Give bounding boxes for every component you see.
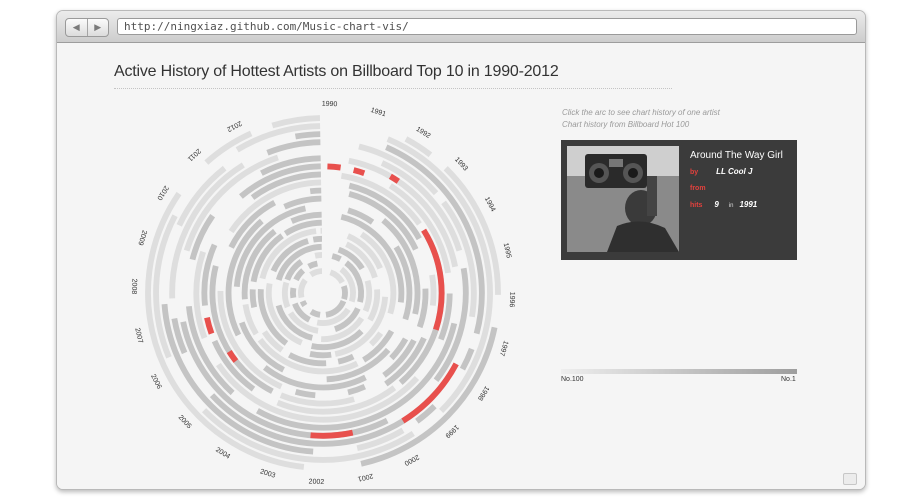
artist-arc[interactable] bbox=[314, 251, 323, 259]
hits-count: 9 bbox=[714, 200, 719, 209]
browser-toolbar: ◀ ▶ http://ningxiaz.github.com/Music-cha… bbox=[57, 11, 865, 43]
artist-arc[interactable] bbox=[294, 388, 316, 399]
artist-arc[interactable] bbox=[341, 285, 348, 300]
year-label-1991: 1991 bbox=[370, 107, 387, 118]
artist-arc[interactable] bbox=[309, 268, 323, 278]
back-button[interactable]: ◀ bbox=[66, 19, 87, 36]
year-label-2011: 2011 bbox=[186, 147, 202, 162]
artist-arc[interactable] bbox=[312, 235, 323, 243]
instruction-line-1: Click the arc to see chart history of on… bbox=[562, 108, 720, 117]
year-label-2003: 2003 bbox=[259, 468, 276, 479]
page-content: Active History of Hottest Artists on Bil… bbox=[57, 43, 865, 489]
artist-arc[interactable] bbox=[429, 274, 437, 306]
artist-arc[interactable] bbox=[329, 269, 345, 284]
artist-arc[interactable] bbox=[283, 195, 322, 210]
year-label-2010: 2010 bbox=[155, 184, 169, 201]
by-label: by bbox=[690, 169, 699, 176]
in-label: in bbox=[728, 203, 734, 209]
selected-artist-arc[interactable] bbox=[388, 173, 400, 184]
year-label-2001: 2001 bbox=[357, 472, 374, 482]
artist-arc[interactable] bbox=[298, 278, 308, 299]
year-label-1993: 1993 bbox=[453, 156, 469, 172]
artist-photo bbox=[567, 146, 679, 252]
artist-arc[interactable] bbox=[279, 392, 355, 407]
song-info-card: Around The Way Girl by LL Cool J from hi… bbox=[561, 140, 797, 260]
forward-button[interactable]: ▶ bbox=[86, 19, 109, 36]
year-label-2002: 2002 bbox=[308, 478, 324, 486]
year-label-2012: 2012 bbox=[226, 119, 243, 133]
artist-arc[interactable] bbox=[309, 187, 322, 195]
artist-name: LL Cool J bbox=[716, 167, 753, 176]
year-label-2005: 2005 bbox=[177, 414, 193, 430]
year-label-2004: 2004 bbox=[214, 446, 231, 460]
scale-right-label: No.1 bbox=[781, 376, 796, 383]
artist-arc[interactable] bbox=[299, 300, 308, 308]
artist-arc[interactable] bbox=[325, 299, 347, 318]
artist-arc[interactable] bbox=[309, 308, 321, 318]
selected-artist-arc[interactable] bbox=[310, 429, 354, 439]
artist-arc[interactable] bbox=[281, 281, 291, 309]
artist-arc[interactable] bbox=[266, 139, 321, 156]
artist-arc[interactable] bbox=[331, 253, 342, 262]
artist-arc[interactable] bbox=[293, 268, 306, 282]
artist-photo-illustration bbox=[567, 146, 679, 252]
nav-buttons: ◀ ▶ bbox=[65, 18, 109, 37]
from-row: from bbox=[690, 185, 706, 192]
rank-scale-bar bbox=[561, 369, 797, 374]
year-label-1992: 1992 bbox=[415, 126, 432, 140]
song-title: Around The Way Girl bbox=[690, 150, 783, 161]
year-label-1994: 1994 bbox=[483, 196, 497, 213]
hit-year: 1991 bbox=[739, 200, 758, 209]
address-bar[interactable]: http://ningxiaz.github.com/Music-chart-v… bbox=[117, 18, 857, 35]
year-label-2006: 2006 bbox=[149, 373, 163, 390]
artist-arc[interactable] bbox=[416, 288, 429, 329]
year-label-2009: 2009 bbox=[136, 229, 147, 246]
selected-artist-arc[interactable] bbox=[204, 317, 215, 335]
year-label-2007: 2007 bbox=[133, 327, 143, 344]
year-label-2000: 2000 bbox=[403, 453, 420, 467]
browser-window: ◀ ▶ http://ningxiaz.github.com/Music-cha… bbox=[56, 10, 866, 490]
year-label-1995: 1995 bbox=[502, 242, 512, 259]
selected-artist-arc[interactable] bbox=[352, 167, 366, 176]
instructions: Click the arc to see chart history of on… bbox=[562, 107, 720, 131]
fullscreen-icon[interactable] bbox=[843, 473, 857, 485]
radial-history-chart[interactable]: 1990 1991 1992 1993 1994 1995 1996 1997 1998 1999… bbox=[57, 43, 865, 489]
artist-arc[interactable] bbox=[346, 233, 383, 270]
year-label-1997: 1997 bbox=[498, 340, 509, 357]
selected-artist-arc[interactable] bbox=[226, 350, 239, 363]
instruction-line-2: Chart history from Billboard Hot 100 bbox=[562, 120, 690, 129]
from-label: from bbox=[690, 185, 706, 192]
artist-arc[interactable] bbox=[347, 383, 367, 396]
artist-arc[interactable] bbox=[337, 353, 355, 365]
artist-arc[interactable] bbox=[362, 279, 373, 313]
selected-artist-arc[interactable] bbox=[327, 163, 342, 171]
year-label-1996: 1996 bbox=[508, 292, 516, 308]
artist-arc[interactable] bbox=[307, 260, 319, 270]
artist-row: by LL Cool J bbox=[690, 167, 752, 176]
year-label-1990: 1990 bbox=[322, 101, 338, 109]
year-label-1999: 1999 bbox=[444, 423, 460, 439]
artist-arc[interactable] bbox=[309, 351, 332, 359]
hits-row: hits 9 in 1991 bbox=[690, 200, 757, 209]
year-label-1998: 1998 bbox=[476, 385, 490, 402]
artist-arc[interactable] bbox=[249, 289, 258, 308]
artist-arc[interactable] bbox=[294, 131, 321, 140]
hits-label: hits bbox=[690, 202, 703, 209]
scale-left-label: No.100 bbox=[561, 376, 584, 383]
back-arrow-icon: ◀ bbox=[72, 22, 80, 32]
year-label-2008: 2008 bbox=[130, 278, 138, 294]
forward-arrow-icon: ▶ bbox=[94, 22, 102, 32]
